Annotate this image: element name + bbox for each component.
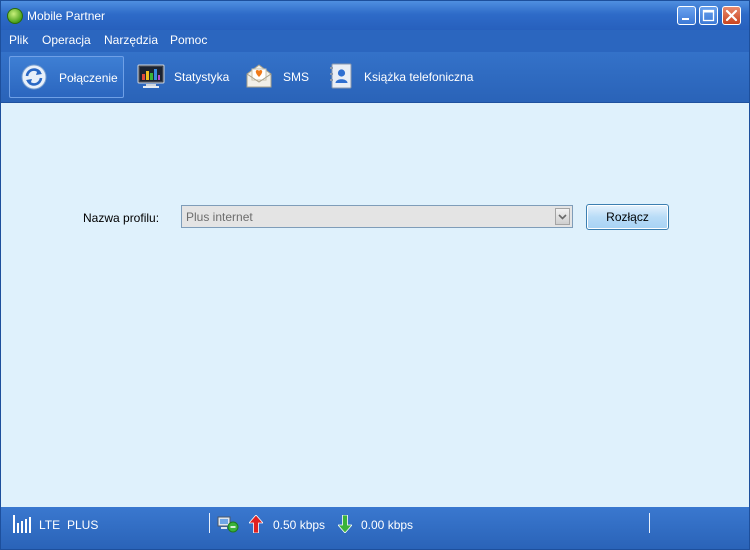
tab-phonebook-label: Książka telefoniczna — [364, 70, 474, 84]
tab-connection[interactable]: Połączenie — [9, 56, 124, 98]
operator-name: PLUS — [67, 518, 99, 532]
close-button[interactable] — [722, 6, 741, 25]
dropdown-button[interactable] — [555, 208, 570, 225]
maximize-icon — [702, 9, 715, 22]
phonebook-icon — [330, 63, 352, 89]
menu-bar: Plik Operacja Narzędzia Pomoc — [1, 30, 749, 52]
tab-statistics[interactable]: Statystyka — [131, 56, 236, 98]
chevron-down-icon — [558, 214, 567, 220]
profile-select[interactable]: Plus internet — [181, 205, 573, 228]
status-bar: LTE PLUS 0.50 kbps 0.00 kbps — [1, 507, 749, 549]
tab-statistics-label: Statystyka — [174, 70, 230, 84]
tab-sms[interactable]: SMS — [241, 56, 316, 98]
monitor-chart-icon — [137, 64, 165, 88]
network-connection-icon — [217, 516, 239, 533]
disconnect-button[interactable]: Rozłącz — [586, 204, 669, 230]
menu-help[interactable]: Pomoc — [170, 33, 207, 47]
connection-panel: Nazwa profilu: Plus internet Rozłącz — [1, 103, 749, 507]
tab-connection-label: Połączenie — [59, 71, 118, 85]
profile-name-label: Nazwa profilu: — [83, 211, 160, 225]
title-bar[interactable]: Mobile Partner — [1, 1, 749, 30]
status-divider — [649, 513, 650, 533]
status-divider — [209, 513, 210, 533]
minimize-icon — [682, 18, 689, 20]
network-type: LTE — [39, 518, 61, 532]
window-title: Mobile Partner — [27, 9, 106, 23]
maximize-button[interactable] — [699, 6, 718, 25]
refresh-icon — [21, 64, 47, 90]
menu-file[interactable]: Plik — [9, 33, 28, 47]
download-arrow-icon — [338, 515, 352, 533]
envelope-icon — [246, 64, 272, 88]
upload-speed: 0.50 kbps — [273, 518, 326, 532]
minimize-button[interactable] — [677, 6, 696, 25]
upload-arrow-icon — [249, 515, 263, 533]
close-icon — [725, 9, 738, 22]
profile-select-value: Plus internet — [186, 210, 253, 224]
app-logo-icon — [7, 8, 23, 24]
tab-phonebook[interactable]: Książka telefoniczna — [321, 56, 481, 98]
menu-operation[interactable]: Operacja — [42, 33, 91, 47]
download-speed: 0.00 kbps — [361, 518, 414, 532]
menu-tools[interactable]: Narzędzia — [104, 33, 158, 47]
main-toolbar: Połączenie Statystyka SMS Książka telefo… — [1, 52, 749, 103]
tab-sms-label: SMS — [283, 70, 310, 84]
mobile-partner-window: Mobile Partner Plik Operacja Narzędzia P… — [0, 0, 750, 550]
signal-strength-icon — [13, 515, 31, 533]
